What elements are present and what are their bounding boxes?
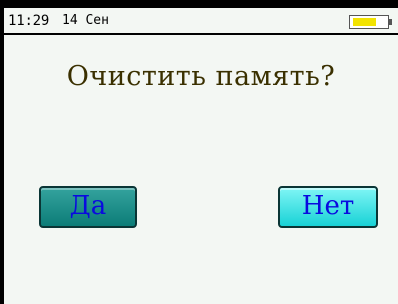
status-bar: 11:29 14 Сен: [4, 8, 398, 35]
battery-icon: [349, 15, 389, 29]
yes-button[interactable]: Да: [39, 186, 137, 228]
no-button[interactable]: Нет: [278, 186, 378, 228]
battery-tip: [389, 19, 392, 25]
status-time: 11:29: [8, 13, 50, 29]
dialog-title: Очистить память?: [66, 61, 336, 92]
battery-level-fill: [353, 18, 376, 26]
status-date: 14 Сен: [62, 13, 109, 28]
device-screen: 11:29 14 Сен Очистить память? Да Нет: [4, 8, 398, 304]
